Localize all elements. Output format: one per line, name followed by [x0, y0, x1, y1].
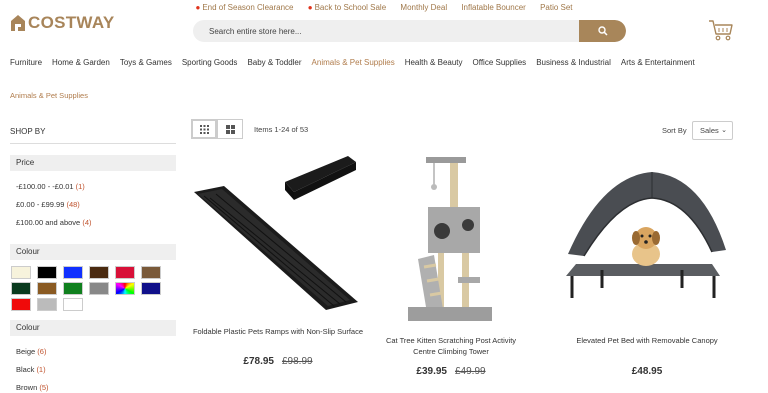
search-bar [193, 20, 626, 42]
search-input[interactable] [193, 20, 579, 42]
colour-swatch[interactable] [141, 266, 161, 279]
promo-link-4[interactable]: Patio Set [540, 3, 572, 12]
product-name[interactable]: Cat Tree Kitten Scratching Post Activity… [376, 335, 526, 357]
price-filter-list: -£100.00 - -£0.01 (1) £0.00 - £99.99 (48… [16, 178, 92, 232]
list-view-button[interactable] [217, 119, 243, 139]
promo-link-2[interactable]: Monthly Deal [400, 3, 447, 12]
product-image-ramp[interactable] [190, 152, 362, 312]
promo-link-1[interactable]: ● Back to School Sale [308, 3, 386, 12]
current-price: £39.95 [416, 366, 447, 377]
price-filter-title[interactable]: Price [10, 155, 176, 171]
colour-filter-list: Beige (6) Black (1) Brown (5) [16, 343, 49, 393]
colour-swatch[interactable] [37, 266, 57, 279]
current-price: £48.95 [631, 366, 663, 377]
colour-option[interactable]: Brown (5) [16, 379, 49, 393]
colour-swatch[interactable] [89, 282, 109, 295]
main-nav: Furniture Home & Garden Toys & Games Spo… [10, 58, 695, 67]
promo-link-0[interactable]: ● End of Season Clearance [195, 3, 293, 12]
price-option[interactable]: £0.00 - £99.99 (48) [16, 196, 92, 214]
breadcrumb[interactable]: Animals & Pet Supplies [10, 91, 88, 100]
nav-item-office-supplies[interactable]: Office Supplies [473, 58, 527, 67]
colour-swatch[interactable] [89, 266, 109, 279]
colour-swatch[interactable] [63, 266, 83, 279]
colour-swatch[interactable] [11, 266, 31, 279]
product-image-pet-bed[interactable] [562, 170, 732, 304]
colour-swatch[interactable] [115, 266, 135, 279]
colour-swatch[interactable] [11, 282, 31, 295]
logo-text: COSTWAY [28, 13, 115, 32]
nav-item-baby-toddler[interactable]: Baby & Toddler [247, 58, 301, 67]
nav-item-business-industrial[interactable]: Business & Industrial [536, 58, 611, 67]
list-grid-icon [225, 124, 235, 134]
nav-item-sporting-goods[interactable]: Sporting Goods [182, 58, 238, 67]
colour-option[interactable]: Beige (6) [16, 343, 49, 361]
nav-item-furniture[interactable]: Furniture [10, 58, 42, 67]
search-button[interactable] [579, 20, 626, 42]
promo-bar: ● End of Season Clearance ● Back to School… [0, 3, 768, 12]
current-price: £78.95 [243, 356, 274, 367]
grid-view-button[interactable] [191, 119, 217, 139]
product-name[interactable]: Elevated Pet Bed with Removable Canopy [562, 335, 732, 346]
product-price: £48.95 [562, 366, 732, 377]
sort-select[interactable]: Sales ⌄ [692, 121, 733, 140]
promo-link-3[interactable]: Inflatable Bouncer [461, 3, 526, 12]
grid-icon [199, 124, 209, 134]
colour-swatch-grid [11, 266, 181, 313]
nav-item-animals-pet-supplies[interactable]: Animals & Pet Supplies [312, 58, 395, 67]
chevron-down-icon: ⌄ [721, 127, 727, 134]
colour-swatch[interactable] [37, 298, 57, 311]
colour-swatch[interactable] [37, 282, 57, 295]
sort-by-label: Sort By [662, 126, 687, 135]
shop-by-heading: SHOP BY [10, 127, 176, 144]
colour-swatch[interactable] [141, 282, 161, 295]
house-logo-icon [11, 15, 25, 31]
sort-value: Sales [700, 126, 719, 135]
product-image-cat-tree[interactable] [402, 155, 498, 325]
colour-swatch-filter-title[interactable]: Colour [10, 244, 176, 260]
product-price: £39.95 £49.99 [376, 366, 526, 377]
colour-filter-title[interactable]: Colour [10, 320, 176, 336]
colour-swatch[interactable] [63, 282, 83, 295]
items-count: Items 1-24 of 53 [254, 125, 309, 134]
hot-icon: ● [307, 3, 313, 12]
nav-item-health-beauty[interactable]: Health & Beauty [405, 58, 463, 67]
nav-item-home-garden[interactable]: Home & Garden [52, 58, 110, 67]
price-option[interactable]: £100.00 and above (4) [16, 214, 92, 232]
old-price: £49.99 [455, 366, 486, 377]
colour-option[interactable]: Black (1) [16, 361, 49, 379]
nav-item-arts-entertainment[interactable]: Arts & Entertainment [621, 58, 695, 67]
hot-icon: ● [195, 3, 201, 12]
colour-swatch[interactable] [11, 298, 31, 311]
search-icon [597, 26, 608, 36]
product-name[interactable]: Foldable Plastic Pets Ramps with Non-Sli… [190, 326, 366, 337]
nav-item-toys-games[interactable]: Toys & Games [120, 58, 172, 67]
colour-swatch[interactable] [63, 298, 83, 311]
cart-icon[interactable] [708, 18, 734, 42]
product-price: £78.95 £98.99 [190, 356, 366, 367]
old-price: £98.99 [282, 356, 313, 367]
logo[interactable]: COSTWAY [10, 12, 115, 34]
colour-swatch[interactable] [115, 282, 135, 295]
price-option[interactable]: -£100.00 - -£0.01 (1) [16, 178, 92, 196]
